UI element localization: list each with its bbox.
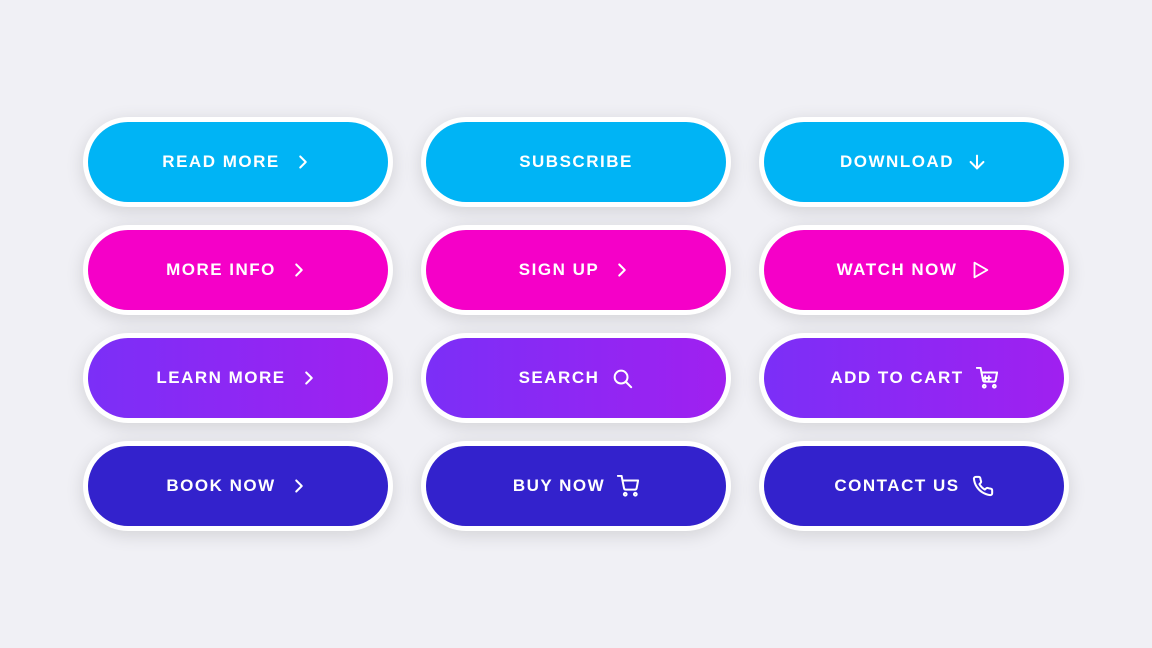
- read-more-label: READ MORE: [162, 152, 279, 172]
- add-to-cart-label: ADD TO CART: [830, 368, 963, 388]
- add-to-cart-button[interactable]: ADD TO CART: [764, 338, 1064, 418]
- learn-more-button[interactable]: LEARN MORE: [88, 338, 388, 418]
- download-wrap: DOWNLOAD: [759, 117, 1069, 207]
- chevron-right-icon-3: [611, 259, 633, 281]
- sign-up-button[interactable]: SIGN UP: [426, 230, 726, 310]
- subscribe-button[interactable]: SUBSCRIBE: [426, 122, 726, 202]
- contact-us-wrap: CONTACT US: [759, 441, 1069, 531]
- cart-icon: [976, 367, 998, 389]
- phone-icon: [972, 475, 994, 497]
- search-wrap: SEARCH: [421, 333, 731, 423]
- buy-now-wrap: BUY NOW: [421, 441, 731, 531]
- contact-us-label: CONTACT US: [834, 476, 959, 496]
- subscribe-wrap: SUBSCRIBE: [421, 117, 731, 207]
- buy-now-label: BUY NOW: [513, 476, 605, 496]
- watch-now-wrap: WATCH NOW: [759, 225, 1069, 315]
- sign-up-label: SIGN UP: [519, 260, 599, 280]
- sign-up-wrap: SIGN UP: [421, 225, 731, 315]
- learn-more-label: LEARN MORE: [156, 368, 285, 388]
- more-info-wrap: MORE INFO: [83, 225, 393, 315]
- watch-now-button[interactable]: WATCH NOW: [764, 230, 1064, 310]
- read-more-wrap: READ MORE: [83, 117, 393, 207]
- book-now-label: BOOK NOW: [166, 476, 275, 496]
- arrow-down-icon: [966, 151, 988, 173]
- chevron-right-icon: [292, 151, 314, 173]
- chevron-right-icon-2: [288, 259, 310, 281]
- book-now-wrap: BOOK NOW: [83, 441, 393, 531]
- download-label: DOWNLOAD: [840, 152, 954, 172]
- chevron-right-icon-4: [298, 367, 320, 389]
- subscribe-label: SUBSCRIBE: [519, 152, 633, 172]
- learn-more-wrap: LEARN MORE: [83, 333, 393, 423]
- watch-now-label: WATCH NOW: [837, 260, 958, 280]
- more-info-label: MORE INFO: [166, 260, 276, 280]
- more-info-button[interactable]: MORE INFO: [88, 230, 388, 310]
- read-more-button[interactable]: READ MORE: [88, 122, 388, 202]
- add-to-cart-wrap: ADD TO CART: [759, 333, 1069, 423]
- book-now-button[interactable]: BOOK NOW: [88, 446, 388, 526]
- contact-us-button[interactable]: CONTACT US: [764, 446, 1064, 526]
- search-button[interactable]: SEARCH: [426, 338, 726, 418]
- chevron-right-icon-5: [288, 475, 310, 497]
- search-label: SEARCH: [519, 368, 600, 388]
- play-icon: [969, 259, 991, 281]
- button-grid: READ MORE SUBSCRIBE DOWNLOAD MORE INFO: [83, 117, 1069, 531]
- download-button[interactable]: DOWNLOAD: [764, 122, 1064, 202]
- buy-now-button[interactable]: BUY NOW: [426, 446, 726, 526]
- search-icon: [611, 367, 633, 389]
- shopping-cart-icon: [617, 475, 639, 497]
